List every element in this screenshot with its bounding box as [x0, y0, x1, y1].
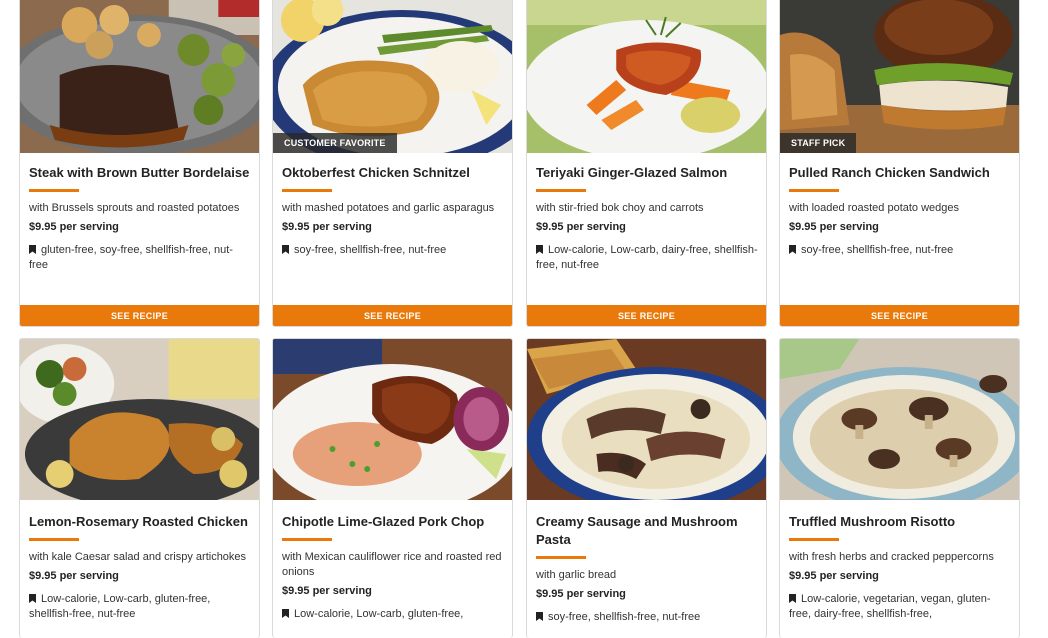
- recipe-image[interactable]: CUSTOMER FAVORITE: [273, 0, 512, 153]
- recipe-title[interactable]: Teriyaki Ginger-Glazed Salmon: [536, 164, 758, 182]
- recipe-price: $9.95 per serving: [789, 221, 879, 233]
- dietary-tags: Low-calorie, Low-carb, gluten-free, shel…: [29, 592, 251, 622]
- see-recipe-button[interactable]: SEE RECIPE: [20, 305, 259, 326]
- title-underline: [789, 189, 839, 192]
- recipe-details: Lemon-Rosemary Roasted Chicken with kale…: [29, 513, 251, 622]
- title-underline: [789, 538, 839, 541]
- bookmark-icon: [282, 609, 289, 618]
- dietary-text: Low-calorie, vegetarian, vegan, gluten-f…: [789, 593, 991, 620]
- dietary-text: Low-calorie, Low-carb, gluten-free, shel…: [29, 593, 211, 620]
- recipe-grid: Steak with Brown Butter Bordelaise with …: [0, 0, 1048, 638]
- recipe-image[interactable]: [20, 339, 259, 500]
- salmon-photo: [527, 0, 766, 153]
- dietary-tags: gluten-free, soy-free, shellfish-free, n…: [29, 243, 251, 273]
- recipe-description: with kale Caesar salad and crispy artich…: [29, 551, 247, 563]
- recipe-card[interactable]: CUSTOMER FAVORITE Oktoberfest Chicken Sc…: [272, 0, 513, 327]
- recipe-price: $9.95 per serving: [536, 221, 626, 233]
- recipe-description: with Mexican cauliflower rice and roaste…: [282, 551, 502, 578]
- recipe-title[interactable]: Steak with Brown Butter Bordelaise: [29, 164, 251, 182]
- bookmark-icon: [536, 612, 543, 621]
- dietary-text: soy-free, shellfish-free, nut-free: [801, 244, 954, 256]
- dietary-text: soy-free, shellfish-free, nut-free: [294, 244, 447, 256]
- recipe-title[interactable]: Chipotle Lime-Glazed Pork Chop: [282, 513, 504, 531]
- recipe-card[interactable]: Truffled Mushroom Risotto with fresh her…: [779, 338, 1020, 638]
- see-recipe-button[interactable]: SEE RECIPE: [527, 305, 766, 326]
- recipe-description: with Brussels sprouts and roasted potato…: [29, 202, 240, 214]
- bookmark-icon: [789, 594, 796, 603]
- dietary-tags: soy-free, shellfish-free, nut-free: [282, 243, 504, 258]
- recipe-image[interactable]: [20, 0, 259, 153]
- recipe-details: Chipotle Lime-Glazed Pork Chop with Mexi…: [282, 513, 504, 622]
- dietary-tags: Low-calorie, Low-carb, gluten-free,: [282, 607, 504, 622]
- risotto-photo: [780, 339, 1019, 500]
- dietary-tags: Low-calorie, Low-carb, dairy-free, shell…: [536, 243, 758, 273]
- recipe-price: $9.95 per serving: [29, 221, 119, 233]
- recipe-price: $9.95 per serving: [282, 221, 372, 233]
- recipe-description: with stir-fried bok choy and carrots: [536, 202, 704, 214]
- recipe-card[interactable]: Teriyaki Ginger-Glazed Salmon with stir-…: [526, 0, 767, 327]
- see-recipe-button[interactable]: SEE RECIPE: [273, 305, 512, 326]
- recipe-details: Teriyaki Ginger-Glazed Salmon with stir-…: [536, 164, 758, 273]
- recipe-image[interactable]: [527, 0, 766, 153]
- recipe-description: with fresh herbs and cracked peppercorns: [789, 551, 994, 563]
- steak-photo: [20, 0, 259, 153]
- recipe-price: $9.95 per serving: [29, 570, 119, 582]
- bookmark-icon: [282, 245, 289, 254]
- recipe-image[interactable]: STAFF PICK: [780, 0, 1019, 153]
- dietary-tags: Low-calorie, vegetarian, vegan, gluten-f…: [789, 592, 1011, 622]
- recipe-image[interactable]: [780, 339, 1019, 500]
- bookmark-icon: [536, 245, 543, 254]
- bookmark-icon: [29, 245, 36, 254]
- dietary-text: gluten-free, soy-free, shellfish-free, n…: [29, 244, 233, 271]
- title-underline: [536, 556, 586, 559]
- recipe-title[interactable]: Creamy Sausage and Mushroom Pasta: [536, 513, 758, 549]
- recipe-price: $9.95 per serving: [282, 585, 372, 597]
- dietary-text: Low-calorie, Low-carb, gluten-free,: [294, 608, 464, 620]
- recipe-details: Creamy Sausage and Mushroom Pasta with g…: [536, 513, 758, 625]
- recipe-card[interactable]: STAFF PICK Pulled Ranch Chicken Sandwich…: [779, 0, 1020, 327]
- recipe-description: with garlic bread: [536, 569, 617, 581]
- recipe-price: $9.95 per serving: [789, 570, 879, 582]
- recipe-card[interactable]: Creamy Sausage and Mushroom Pasta with g…: [526, 338, 767, 638]
- recipe-image[interactable]: [273, 339, 512, 500]
- recipe-details: Oktoberfest Chicken Schnitzel with mashe…: [282, 164, 504, 258]
- recipe-details: Truffled Mushroom Risotto with fresh her…: [789, 513, 1011, 622]
- recipe-card[interactable]: Chipotle Lime-Glazed Pork Chop with Mexi…: [272, 338, 513, 638]
- recipe-title[interactable]: Lemon-Rosemary Roasted Chicken: [29, 513, 251, 531]
- recipe-title[interactable]: Truffled Mushroom Risotto: [789, 513, 1011, 531]
- pork-chop-photo: [273, 339, 512, 500]
- dietary-text: Low-calorie, Low-carb, dairy-free, shell…: [536, 244, 758, 271]
- recipe-details: Pulled Ranch Chicken Sandwich with loade…: [789, 164, 1011, 258]
- title-underline: [29, 538, 79, 541]
- sausage-pasta-photo: [527, 339, 766, 500]
- dietary-tags: soy-free, shellfish-free, nut-free: [536, 610, 758, 625]
- recipe-badge: CUSTOMER FAVORITE: [273, 133, 397, 153]
- title-underline: [282, 189, 332, 192]
- recipe-card[interactable]: Steak with Brown Butter Bordelaise with …: [19, 0, 260, 327]
- title-underline: [282, 538, 332, 541]
- bookmark-icon: [789, 245, 796, 254]
- recipe-card[interactable]: Lemon-Rosemary Roasted Chicken with kale…: [19, 338, 260, 638]
- recipe-details: Steak with Brown Butter Bordelaise with …: [29, 164, 251, 273]
- recipe-description: with loaded roasted potato wedges: [789, 202, 960, 214]
- recipe-title[interactable]: Pulled Ranch Chicken Sandwich: [789, 164, 1011, 182]
- recipe-price: $9.95 per serving: [536, 588, 626, 600]
- roasted-chicken-photo: [20, 339, 259, 500]
- recipe-badge: STAFF PICK: [780, 133, 857, 153]
- see-recipe-button[interactable]: SEE RECIPE: [780, 305, 1019, 326]
- recipe-title[interactable]: Oktoberfest Chicken Schnitzel: [282, 164, 504, 182]
- recipe-image[interactable]: [527, 339, 766, 500]
- bookmark-icon: [29, 594, 36, 603]
- sandwich-photo: [780, 0, 1019, 153]
- title-underline: [536, 189, 586, 192]
- dietary-text: soy-free, shellfish-free, nut-free: [548, 611, 701, 623]
- dietary-tags: soy-free, shellfish-free, nut-free: [789, 243, 1011, 258]
- schnitzel-photo: [273, 0, 512, 153]
- title-underline: [29, 189, 79, 192]
- recipe-description: with mashed potatoes and garlic asparagu…: [282, 202, 495, 214]
